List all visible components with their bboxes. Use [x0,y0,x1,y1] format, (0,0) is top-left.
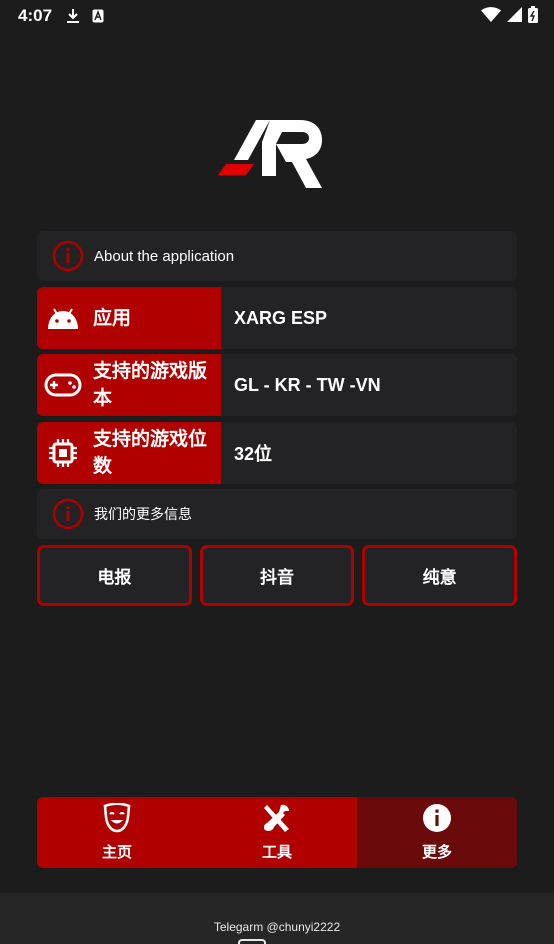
status-right-icons [481,6,538,28]
nav-more-label: 更多 [421,844,452,861]
app-logo [218,116,324,192]
status-time: 4:07 [18,6,53,25]
info-row-label: 应用 [93,307,132,329]
gamepad-icon [39,373,87,397]
nav-home[interactable]: 主页 [37,797,197,868]
nav-home-label: 主页 [101,844,132,861]
info-row-value: GL - KR - TW -VN [234,374,381,395]
info-circle-icon [44,498,92,530]
about-title: About the application [94,247,235,265]
cpu-chip-icon [39,438,87,468]
more-info-title: 我们的更多信息 [94,506,192,522]
status-bar: 4:07 [0,0,554,32]
nav-tools-label: 工具 [261,844,292,861]
telegram-button[interactable]: 电报 [37,545,192,606]
android-icon [39,307,87,329]
info-row-label: 支持的游戏版本 [93,361,208,409]
info-row-label: 支持的游戏位数 [93,429,208,477]
info-row-game-bits: 支持的游戏位数 32位 [37,422,517,484]
more-info-section[interactable]: 我们的更多信息 [37,489,517,539]
download-icon [66,8,80,24]
home-handle[interactable] [238,939,266,944]
nav-more[interactable]: 更多 [357,797,517,868]
douyin-button[interactable]: 抖音 [199,545,355,606]
tools-icon [261,803,293,837]
wifi-icon [481,6,501,28]
about-section[interactable]: About the application [37,231,517,281]
cellular-signal-icon [507,7,522,27]
theater-mask-icon [101,802,133,837]
info-icon [421,803,453,837]
nav-tools[interactable]: 工具 [197,797,357,868]
footer-credit: Telegarm @chunyi2222 [213,920,341,934]
third-link-button[interactable]: 纯意 [362,545,518,606]
info-row-game-versions: 支持的游戏版本 GL - KR - TW -VN [37,354,517,416]
battery-icon [528,6,538,28]
info-row-value: XARG ESP [234,307,328,328]
link-buttons: 电报 抖音 纯意 [37,545,518,606]
bottom-nav: 主页 工具 更多 [37,797,517,868]
info-row-app: 应用 XARG ESP [37,287,517,349]
info-circle-icon [44,240,92,272]
app-notification-icon [92,9,104,23]
info-row-value: 32位 [234,444,273,464]
footer: Telegarm @chunyi2222 [0,893,554,944]
